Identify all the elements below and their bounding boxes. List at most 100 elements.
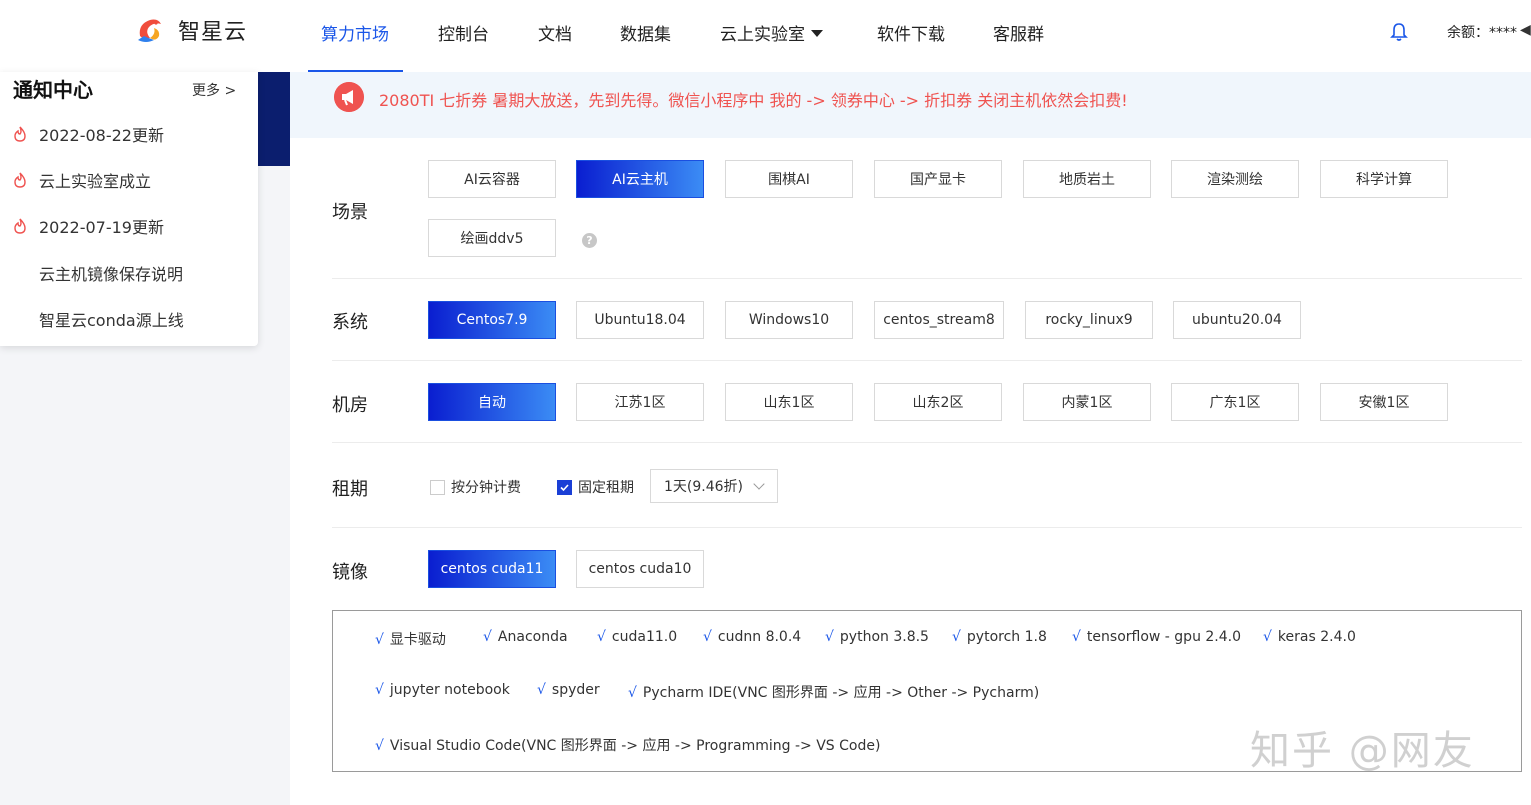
notice-item[interactable]: 2022-08-22更新: [13, 122, 164, 146]
megaphone-icon: [334, 82, 364, 112]
brand-logo[interactable]: 智星云: [134, 14, 247, 46]
scene-option[interactable]: 绘画ddv5: [428, 219, 556, 257]
tick-icon: √: [375, 682, 384, 698]
system-option-selected[interactable]: Centos7.9: [428, 301, 556, 339]
tick-icon: √: [703, 629, 712, 645]
duration-value: 1天(9.46折): [664, 479, 744, 495]
software-item-label: cudnn 8.0.4: [717, 629, 802, 645]
notice-item-label: 云上实验室成立: [39, 172, 152, 191]
tick-icon: √: [952, 629, 961, 645]
software-item-label: Pycharm IDE(VNC 图形界面 -> 应用 -> Other -> P…: [642, 685, 1040, 701]
flame-icon: [14, 172, 26, 188]
collapse-arrow-icon[interactable]: ◀: [1520, 22, 1531, 38]
scene-option[interactable]: 围棋AI: [725, 160, 853, 198]
notice-item-label: 2022-08-22更新: [39, 126, 164, 145]
room-option-selected[interactable]: 自动: [428, 383, 556, 421]
software-item: √ keras 2.4.0: [1263, 629, 1356, 645]
image-option[interactable]: centos cuda10: [576, 550, 704, 588]
nav-compute-market[interactable]: 算力市场: [321, 20, 389, 45]
notification-center-title: 通知中心: [13, 78, 93, 102]
divider: [332, 360, 1522, 361]
software-item-label: tensorflow - gpu 2.4.0: [1086, 629, 1242, 645]
nav-software-download[interactable]: 软件下载: [877, 20, 945, 45]
room-option[interactable]: 安徽1区: [1320, 383, 1448, 421]
chevron-down-icon: [753, 478, 765, 490]
flame-icon: [14, 126, 26, 142]
software-item-label: cuda11.0: [611, 629, 678, 645]
software-item: √ Visual Studio Code(VNC 图形界面 -> 应用 -> Pr…: [375, 735, 880, 755]
software-item: √ cudnn 8.0.4: [703, 629, 801, 645]
fixed-term-label: 固定租期: [578, 480, 634, 496]
notice-item-label: 云主机镜像保存说明: [39, 265, 184, 284]
watermark: 知乎 @网友: [1250, 728, 1475, 774]
system-option[interactable]: centos_stream8: [874, 301, 1004, 339]
left-dark-strip: [258, 72, 290, 166]
system-option[interactable]: rocky_linux9: [1025, 301, 1153, 339]
scene-option-selected[interactable]: AI云主机: [576, 160, 704, 198]
fixed-term-checkbox[interactable]: 固定租期: [557, 477, 634, 497]
software-item-label: python 3.8.5: [839, 629, 929, 645]
tick-icon: √: [1072, 629, 1081, 645]
nav-cloud-lab-label: 云上实验室: [720, 25, 805, 45]
software-item-label: spyder: [551, 682, 600, 698]
room-option[interactable]: 广东1区: [1171, 383, 1299, 421]
nav-console[interactable]: 控制台: [438, 20, 489, 45]
notification-more-link[interactable]: 更多 >: [192, 80, 236, 100]
system-option[interactable]: Windows10: [725, 301, 853, 339]
checkmark-icon: [557, 479, 572, 495]
notice-item[interactable]: 云上实验室成立: [13, 168, 151, 192]
scene-option[interactable]: 科学计算: [1320, 160, 1448, 198]
main-panel: 2080TI 七折券 暑期大放送，先到先得。微信小程序中 我的 -> 领券中心 …: [290, 72, 1531, 805]
divider: [332, 442, 1522, 443]
tick-icon: √: [537, 682, 546, 698]
notice-item[interactable]: 智星云conda源上线: [39, 307, 184, 331]
per-minute-label: 按分钟计费: [451, 480, 521, 496]
software-item-label: jupyter notebook: [389, 682, 510, 698]
bell-icon[interactable]: [1390, 22, 1408, 42]
help-icon[interactable]: ?: [582, 233, 597, 248]
nav-support-group[interactable]: 客服群: [993, 20, 1044, 45]
scene-option[interactable]: 国产显卡: [874, 160, 1002, 198]
flame-icon: [14, 218, 26, 234]
balance-text: 余额：****: [1447, 25, 1517, 41]
notice-item-label: 2022-07-19更新: [39, 218, 164, 237]
room-label: 机房: [332, 395, 368, 416]
scene-option[interactable]: AI云容器: [428, 160, 556, 198]
software-item: √ tensorflow - gpu 2.4.0: [1072, 629, 1241, 645]
nav-cloud-lab[interactable]: 云上实验室: [720, 20, 823, 45]
room-option[interactable]: 山东2区: [874, 383, 1002, 421]
scene-label: 场景: [332, 202, 368, 223]
nav-docs[interactable]: 文档: [538, 20, 572, 45]
tick-icon: √: [375, 738, 384, 754]
per-minute-checkbox[interactable]: 按分钟计费: [430, 477, 521, 497]
tick-icon: √: [375, 632, 384, 648]
notification-center-panel: 通知中心 更多 > 2022-08-22更新 云上实验室成立 2022-07-1…: [0, 72, 258, 346]
system-option[interactable]: Ubuntu18.04: [576, 301, 704, 339]
room-option[interactable]: 江苏1区: [576, 383, 704, 421]
divider: [332, 278, 1522, 279]
notice-item-label: 智星云conda源上线: [39, 311, 184, 330]
duration-select[interactable]: 1天(9.46折): [650, 469, 778, 503]
scene-option[interactable]: 地质岩土: [1023, 160, 1151, 198]
software-item-label: keras 2.4.0: [1277, 629, 1356, 645]
divider: [332, 527, 1522, 528]
image-option-selected[interactable]: centos cuda11: [428, 550, 556, 588]
software-item: √ spyder: [537, 682, 600, 698]
room-option[interactable]: 内蒙1区: [1023, 383, 1151, 421]
top-header: 智星云 算力市场 控制台 文档 数据集 云上实验室 软件下载 客服群 余额：**…: [0, 0, 1531, 73]
software-item-label: Visual Studio Code(VNC 图形界面 -> 应用 -> Pro…: [389, 738, 881, 754]
system-option[interactable]: ubuntu20.04: [1173, 301, 1301, 339]
nav-datasets[interactable]: 数据集: [620, 20, 671, 45]
scene-option[interactable]: 渲染测绘: [1171, 160, 1299, 198]
software-item: √ 显卡驱动: [375, 629, 446, 649]
promo-banner: 2080TI 七折券 暑期大放送，先到先得。微信小程序中 我的 -> 领券中心 …: [290, 72, 1531, 138]
tick-icon: √: [628, 685, 637, 701]
checkbox-box: [430, 479, 445, 495]
notice-item[interactable]: 云主机镜像保存说明: [39, 261, 183, 285]
brand-name: 智星云: [178, 20, 248, 45]
software-item: √ pytorch 1.8: [952, 629, 1047, 645]
software-item-label: pytorch 1.8: [966, 629, 1047, 645]
room-option[interactable]: 山东1区: [725, 383, 853, 421]
software-item: √ cuda11.0: [597, 629, 677, 645]
notice-item[interactable]: 2022-07-19更新: [13, 214, 164, 238]
